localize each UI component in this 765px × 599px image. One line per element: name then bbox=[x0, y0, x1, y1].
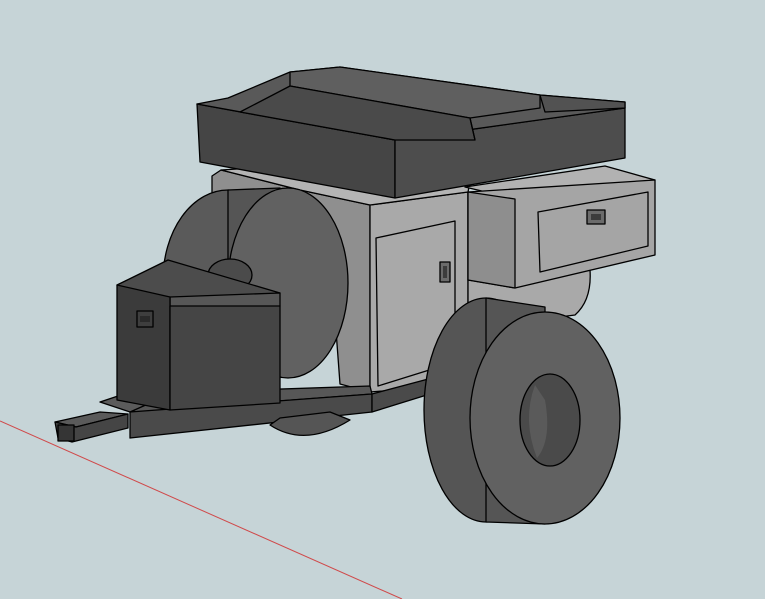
wheel[interactable] bbox=[423, 297, 621, 525]
storage-box-latch-slot bbox=[591, 214, 601, 220]
hitch-coupler-end bbox=[57, 424, 75, 442]
tongue-box-latch-slot bbox=[140, 316, 150, 322]
side-storage-box[interactable] bbox=[464, 165, 656, 289]
tongue-box-left-face bbox=[116, 284, 171, 411]
storage-box-side bbox=[467, 191, 516, 289]
tongue-box-front-face bbox=[169, 305, 281, 411]
trailer-model-canvas bbox=[0, 66, 656, 599]
sketchup-viewport[interactable] bbox=[0, 0, 765, 599]
door-latch-slot bbox=[443, 266, 447, 278]
red-axis-line bbox=[0, 420, 403, 599]
